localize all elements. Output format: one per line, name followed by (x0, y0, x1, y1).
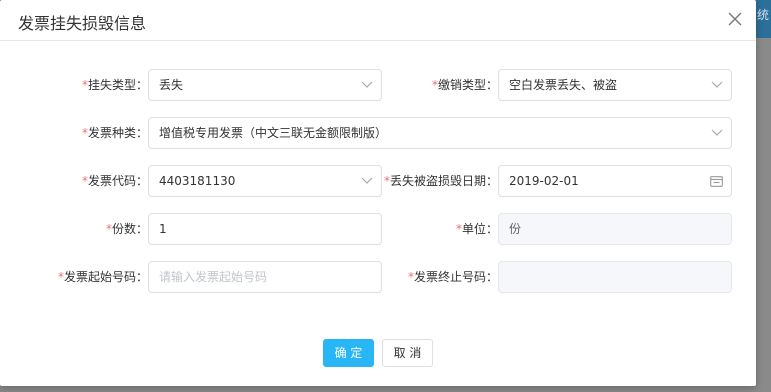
unit-input: 份 (498, 213, 732, 245)
loss-date-picker[interactable]: 2019-02-01 (498, 165, 732, 197)
loss-type-label: *挂失类型： (81, 78, 148, 92)
start-number-label: *发票起始号码： (57, 270, 148, 284)
chevron-down-icon (711, 70, 723, 100)
quantity-input[interactable]: 1 (148, 213, 382, 245)
end-number-label: *发票终止号码： (407, 270, 498, 284)
chevron-down-icon (361, 70, 373, 100)
cancel-button[interactable]: 取 消 (382, 339, 433, 367)
close-icon[interactable] (724, 8, 746, 30)
start-number-placeholder: 请输入发票起始号码 (159, 270, 268, 284)
calendar-icon[interactable] (710, 166, 723, 196)
quantity-label: *份数： (105, 222, 148, 236)
unit-label: *单位： (455, 222, 498, 236)
chevron-down-icon (361, 166, 373, 196)
dialog-header: 发票挂失损毁信息 (0, 0, 756, 41)
invoice-kind-label: *发票种类： (81, 126, 148, 140)
loss-type-select[interactable]: 丢失 (148, 69, 382, 101)
loss-date-label: *丢失被盗损毁日期： (383, 174, 498, 188)
topbar-text: 统 (756, 8, 769, 22)
chevron-down-icon (711, 118, 723, 148)
cancel-type-select[interactable]: 空白发票丢失、被盗 (498, 69, 732, 101)
invoice-code-select[interactable]: 4403181130 (148, 165, 382, 197)
cancel-type-label: *缴销类型： (431, 78, 498, 92)
confirm-button[interactable]: 确 定 (323, 339, 374, 367)
invoice-kind-select[interactable]: 增值税专用发票（中文三联无金额限制版） (148, 117, 732, 149)
dialog-title: 发票挂失损毁信息 (18, 14, 147, 33)
invoice-code-label: *发票代码： (81, 174, 148, 188)
start-number-input[interactable]: 请输入发票起始号码 (148, 261, 382, 293)
invoice-loss-dialog: 发票挂失损毁信息 *挂失类型： 丢失 *缴销类型： 空白发票丢失、被盗 *发票种… (0, 0, 756, 386)
end-number-input (498, 261, 732, 293)
